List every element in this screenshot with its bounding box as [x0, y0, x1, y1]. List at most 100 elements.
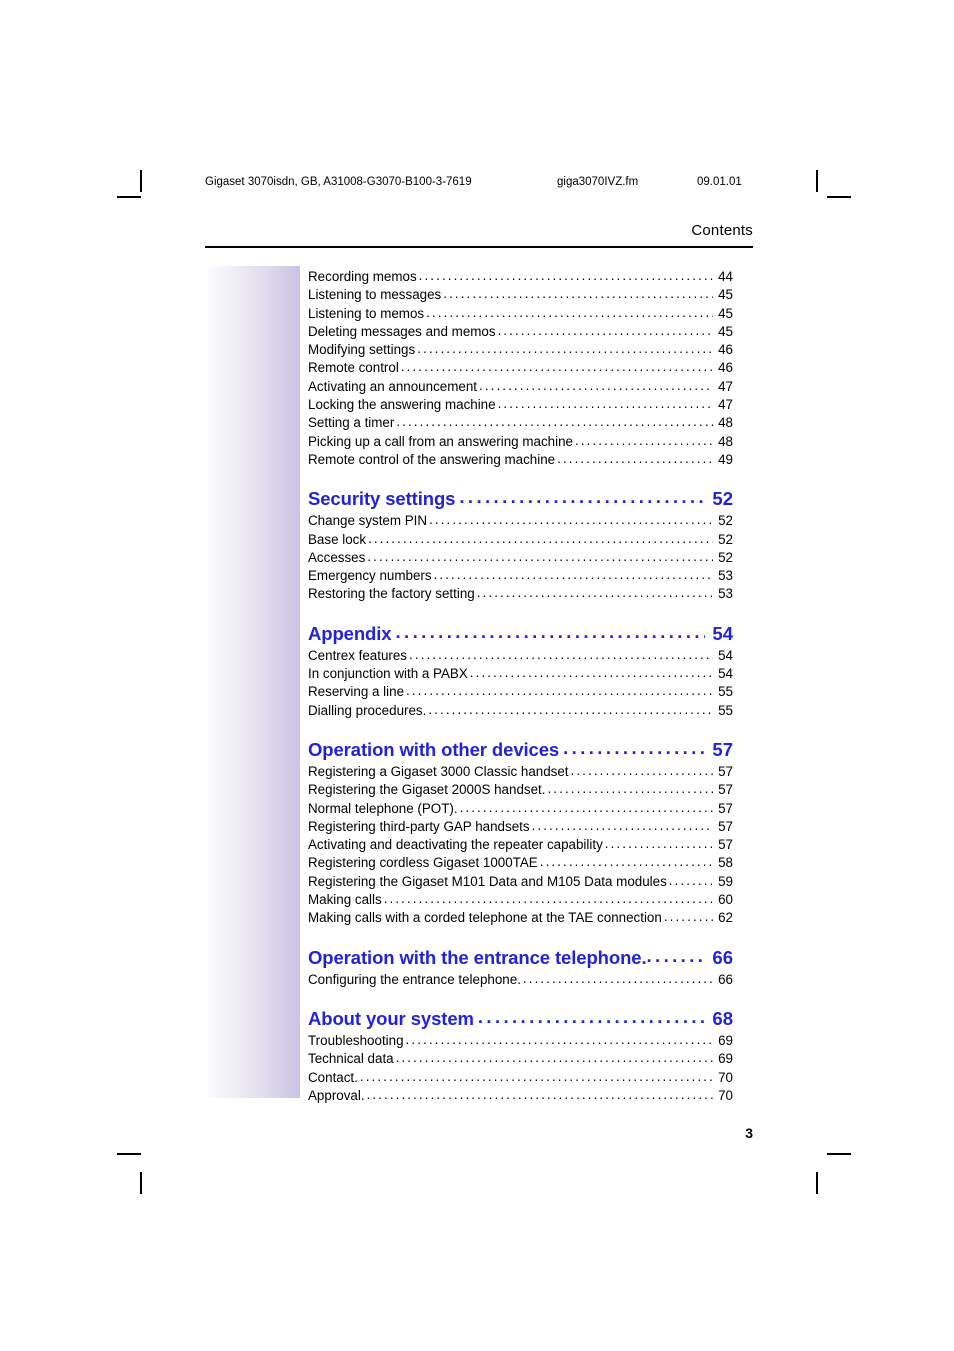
toc-entry-page: 55 — [718, 702, 733, 718]
toc-entry[interactable]: Centrex features........................… — [308, 647, 733, 665]
crop-mark-bottom-left-horizontal — [117, 1153, 141, 1155]
toc-entry[interactable]: Emergency numbers.......................… — [308, 567, 733, 585]
toc-section-heading[interactable]: Operation with the entrance telephone...… — [308, 945, 733, 970]
toc-section-heading[interactable]: Appendix................................… — [308, 621, 733, 646]
toc-entry-label: Remote control — [308, 360, 399, 376]
toc-entry[interactable]: Change system PIN.......................… — [308, 512, 733, 530]
toc-section-heading-page: 54 — [712, 622, 733, 644]
toc-entry[interactable]: Registering the Gigaset M101 Data and M1… — [308, 873, 733, 891]
crop-mark-bottom-right-horizontal — [827, 1153, 851, 1155]
dot-leader: ........................................… — [557, 450, 713, 466]
dot-leader: ........................................… — [418, 268, 713, 283]
dot-leader: ........................................… — [469, 665, 713, 681]
toc-entry-label: Centrex features — [308, 647, 407, 663]
toc-section-heading-label: Operation with the entrance telephone. — [308, 946, 647, 968]
toc-entry[interactable]: Registering cordless Gigaset 1000TAE....… — [308, 854, 733, 872]
toc-entry[interactable]: Restoring the factory setting...........… — [308, 585, 733, 603]
document-date: 09.01.01 — [697, 176, 742, 188]
toc-entry[interactable]: Accesses................................… — [308, 549, 733, 567]
toc-entry[interactable]: Listening to memos......................… — [308, 305, 733, 323]
crop-mark-top-right-horizontal — [827, 196, 851, 198]
toc-entry[interactable]: Listening to messages...................… — [308, 286, 733, 304]
page-number: 3 — [745, 1125, 753, 1141]
toc-entry[interactable]: Dialling procedures.....................… — [308, 702, 733, 720]
toc-entry[interactable]: Deleting messages and memos.............… — [308, 323, 733, 341]
toc-entry[interactable]: Remote control..........................… — [308, 359, 733, 377]
toc-entry[interactable]: Locking the answering machine...........… — [308, 396, 733, 414]
toc-entry[interactable]: Remote control of the answering machine.… — [308, 451, 733, 469]
toc-entry[interactable]: Setting a timer.........................… — [308, 414, 733, 432]
toc-entry[interactable]: Registering third-party GAP handsets....… — [308, 818, 733, 836]
toc-entry[interactable]: In conjunction with a PABX..............… — [308, 665, 733, 683]
toc-section-heading-page: 57 — [712, 738, 733, 760]
toc-entry-label: Activating and deactivating the repeater… — [308, 837, 603, 853]
dot-leader: ........................................… — [417, 341, 713, 357]
toc-entry[interactable]: Technical data..........................… — [308, 1050, 733, 1068]
dot-leader: ........................................… — [531, 817, 713, 833]
dot-leader: ........................................… — [668, 872, 713, 888]
dot-leader: ........................................… — [547, 781, 713, 797]
toc-entry[interactable]: Modifying settings......................… — [308, 341, 733, 359]
toc-entry[interactable]: Configuring the entrance telephone......… — [308, 971, 733, 989]
toc-entry-page: 57 — [718, 818, 733, 834]
toc-section-heading[interactable]: About your system.......................… — [308, 1006, 733, 1031]
toc-entry-label: In conjunction with a PABX — [308, 666, 468, 682]
toc-entry[interactable]: Recording memos.........................… — [308, 268, 733, 286]
toc-entry[interactable]: Base lock...............................… — [308, 531, 733, 549]
toc-entry-page: 53 — [718, 568, 733, 584]
toc-entry-page: 66 — [718, 971, 733, 987]
toc-entry[interactable]: Normal telephone (POT)..................… — [308, 800, 733, 818]
toc-entry[interactable]: Making calls with a corded telephone at … — [308, 909, 733, 927]
toc-entry-label: Making calls with a corded telephone at … — [308, 910, 662, 926]
dot-leader: ........................................… — [477, 1005, 705, 1027]
dot-leader: ........................................… — [426, 304, 713, 320]
toc-entry-label: Listening to memos — [308, 305, 425, 321]
dot-leader: ........................................… — [646, 944, 706, 966]
toc-entry-page: 57 — [718, 763, 733, 779]
crop-mark-top-left-horizontal — [117, 196, 141, 198]
toc-entry-label: Registering third-party GAP handsets — [308, 818, 530, 834]
toc-entry[interactable]: Registering the Gigaset 2000S handset...… — [308, 781, 733, 799]
dot-leader: ........................................… — [563, 736, 705, 758]
dot-leader: ........................................… — [663, 909, 713, 925]
toc-entry[interactable]: Picking up a call from an answering mach… — [308, 433, 733, 451]
toc-section-heading-label: Appendix — [308, 622, 392, 644]
toc-section: Appendix................................… — [308, 621, 733, 720]
crop-mark-top-left-vertical — [140, 170, 142, 192]
toc-section-heading-page: 68 — [712, 1007, 733, 1029]
toc-entry[interactable]: Registering a Gigaset 3000 Classic hands… — [308, 763, 733, 781]
toc-entry-label: Making calls — [308, 892, 382, 908]
dot-leader: ........................................… — [359, 1068, 713, 1084]
toc-section-heading[interactable]: Security settings.......................… — [308, 486, 733, 511]
crop-mark-top-right-vertical — [816, 170, 818, 192]
running-header: Gigaset 3070isdn, GB, A31008-G3070-B100-… — [205, 176, 753, 192]
toc-entry-page: 57 — [718, 800, 733, 816]
table-of-contents: Recording memos.........................… — [308, 268, 733, 1105]
toc-entry-label: Deleting messages and memos — [308, 323, 496, 339]
toc-entry[interactable]: Contact.................................… — [308, 1069, 733, 1087]
toc-entry[interactable]: Troubleshooting.........................… — [308, 1032, 733, 1050]
toc-section-heading-page: 66 — [712, 946, 733, 968]
toc-entry[interactable]: Approval................................… — [308, 1087, 733, 1105]
toc-entry[interactable]: Reserving a line........................… — [308, 683, 733, 701]
toc-entry-page: 57 — [718, 782, 733, 798]
document-identifier: Gigaset 3070isdn, GB, A31008-G3070-B100-… — [205, 176, 472, 188]
toc-section-heading-page: 52 — [712, 488, 733, 510]
toc-entry[interactable]: Making calls............................… — [308, 891, 733, 909]
toc-entry-page: 53 — [718, 586, 733, 602]
toc-section-heading[interactable]: Operation with other devices............… — [308, 737, 733, 762]
toc-entry-page: 58 — [718, 855, 733, 871]
dot-leader: ........................................… — [395, 1050, 713, 1066]
toc-entry-page: 47 — [718, 397, 733, 413]
toc-entry-page: 46 — [718, 342, 733, 358]
toc-entry-page: 70 — [718, 1069, 733, 1085]
toc-entry[interactable]: Activating and deactivating the repeater… — [308, 836, 733, 854]
dot-leader: ........................................… — [400, 359, 713, 375]
toc-entry-label: Emergency numbers — [308, 568, 432, 584]
toc-entry-page: 45 — [718, 305, 733, 321]
toc-entry[interactable]: Activating an announcement..............… — [308, 378, 733, 396]
header-divider-rule — [205, 246, 753, 248]
toc-entry-label: Listening to messages — [308, 287, 442, 303]
toc-entry-page: 59 — [718, 873, 733, 889]
toc-entry-label: Restoring the factory setting — [308, 586, 475, 602]
